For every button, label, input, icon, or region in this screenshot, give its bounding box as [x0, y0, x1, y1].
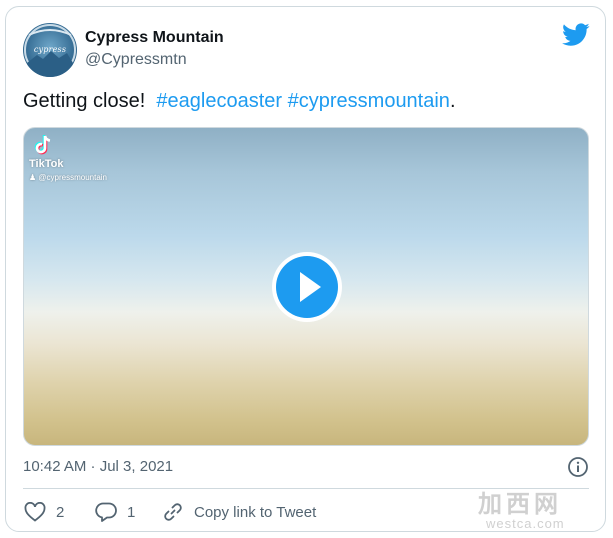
twitter-bird-icon[interactable] — [562, 23, 590, 47]
site-watermark-en: westca.com — [486, 516, 565, 531]
tiktok-username-text: @cypressmountain — [38, 173, 107, 182]
hashtag-eaglecoaster[interactable]: #eaglecoaster — [156, 90, 282, 112]
avatar-logo-text: cypress — [33, 45, 67, 54]
copy-link-button[interactable]: Copy link to Tweet — [162, 500, 316, 524]
tweet-text-plain: Getting close! — [23, 90, 157, 112]
tweet-card: cypress Cypress Mountain @Cypressmtn Get… — [5, 6, 606, 532]
tiktok-logo-icon — [34, 135, 51, 155]
info-icon[interactable] — [567, 456, 589, 478]
tweet-text: Getting close! #eaglecoaster #cypressmou… — [23, 90, 456, 113]
like-button[interactable]: 2 — [24, 500, 64, 524]
link-icon — [164, 503, 182, 521]
heart-icon — [24, 502, 46, 522]
hashtag-cypressmountain[interactable]: #cypressmountain — [288, 90, 450, 112]
reply-icon — [95, 502, 117, 522]
site-watermark: 加西网 westca.com — [478, 484, 565, 531]
tweet-text-end: . — [449, 90, 456, 112]
copy-link-label: Copy link to Tweet — [194, 503, 317, 521]
author-handle[interactable]: @Cypressmtn — [85, 51, 187, 69]
reply-button[interactable]: 1 — [95, 500, 135, 524]
like-count: 2 — [56, 503, 65, 521]
play-button[interactable] — [272, 252, 342, 322]
tiktok-username: ♟ @cypressmountain — [29, 173, 107, 182]
author-display-name[interactable]: Cypress Mountain — [85, 29, 224, 47]
video-media[interactable]: TikTok ♟ @cypressmountain — [23, 127, 589, 446]
avatar[interactable]: cypress — [23, 23, 77, 77]
reply-count: 1 — [127, 503, 136, 521]
tiktok-wordmark: TikTok — [29, 158, 64, 170]
tweet-timestamp[interactable]: 10:42 AM · Jul 3, 2021 — [23, 458, 173, 475]
play-icon — [300, 272, 321, 302]
site-watermark-cn: 加西网 — [478, 491, 562, 518]
